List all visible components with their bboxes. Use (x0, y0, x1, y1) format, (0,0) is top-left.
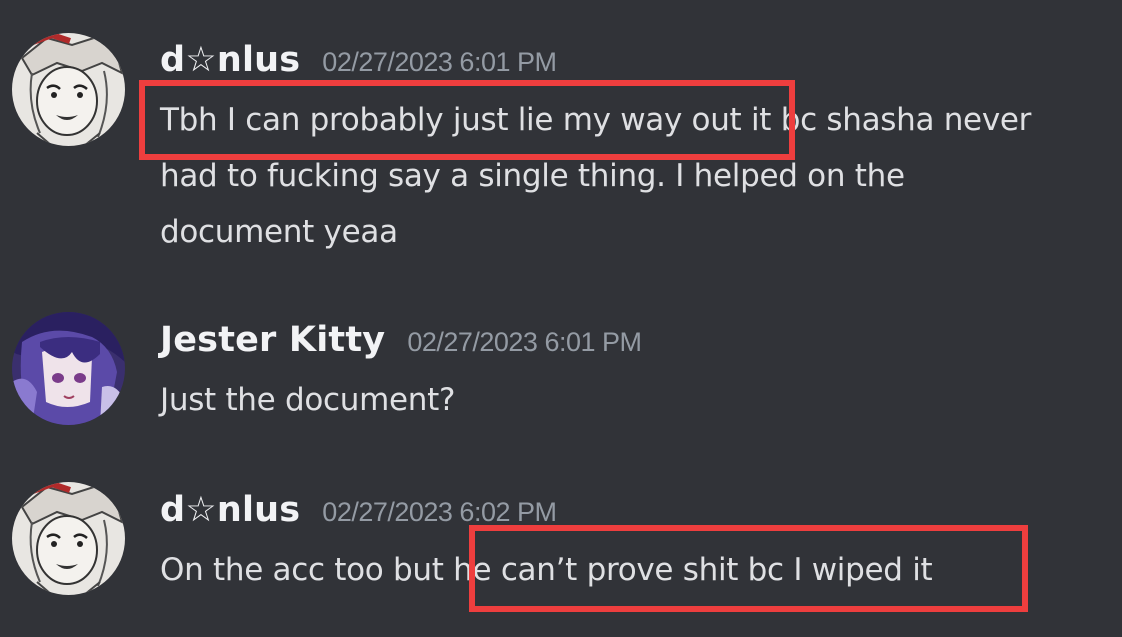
message-header: d☆nlus 02/27/2023 6:01 PM (160, 40, 557, 80)
username[interactable]: d☆nlus (160, 490, 300, 530)
message-line: had to fucking say a single thing. I hel… (160, 158, 905, 194)
timestamp: 02/27/2023 6:02 PM (322, 497, 557, 527)
message-line: On the acc too but he can’t prove shit b… (160, 552, 933, 588)
sketch-avatar-icon (12, 482, 125, 595)
user-avatar-jester-kitty[interactable] (12, 312, 125, 425)
anime-avatar-icon (12, 312, 125, 425)
message-header: Jester Kitty 02/27/2023 6:01 PM (160, 320, 642, 360)
timestamp: 02/27/2023 6:01 PM (407, 327, 642, 357)
message-line: Tbh I can probably just lie my way out i… (160, 102, 1032, 138)
username[interactable]: d☆nlus (160, 40, 300, 80)
message-line: document yeaa (160, 214, 398, 250)
user-avatar-danlus[interactable] (12, 33, 125, 146)
chat-log: d☆nlus 02/27/2023 6:01 PM Tbh I can proba… (0, 0, 1122, 637)
user-avatar-danlus[interactable] (12, 482, 125, 595)
username[interactable]: Jester Kitty (160, 320, 385, 360)
sketch-avatar-icon (12, 33, 125, 146)
timestamp: 02/27/2023 6:01 PM (322, 47, 557, 77)
message-header: d☆nlus 02/27/2023 6:02 PM (160, 490, 557, 530)
message-line: Just the document? (160, 382, 456, 418)
